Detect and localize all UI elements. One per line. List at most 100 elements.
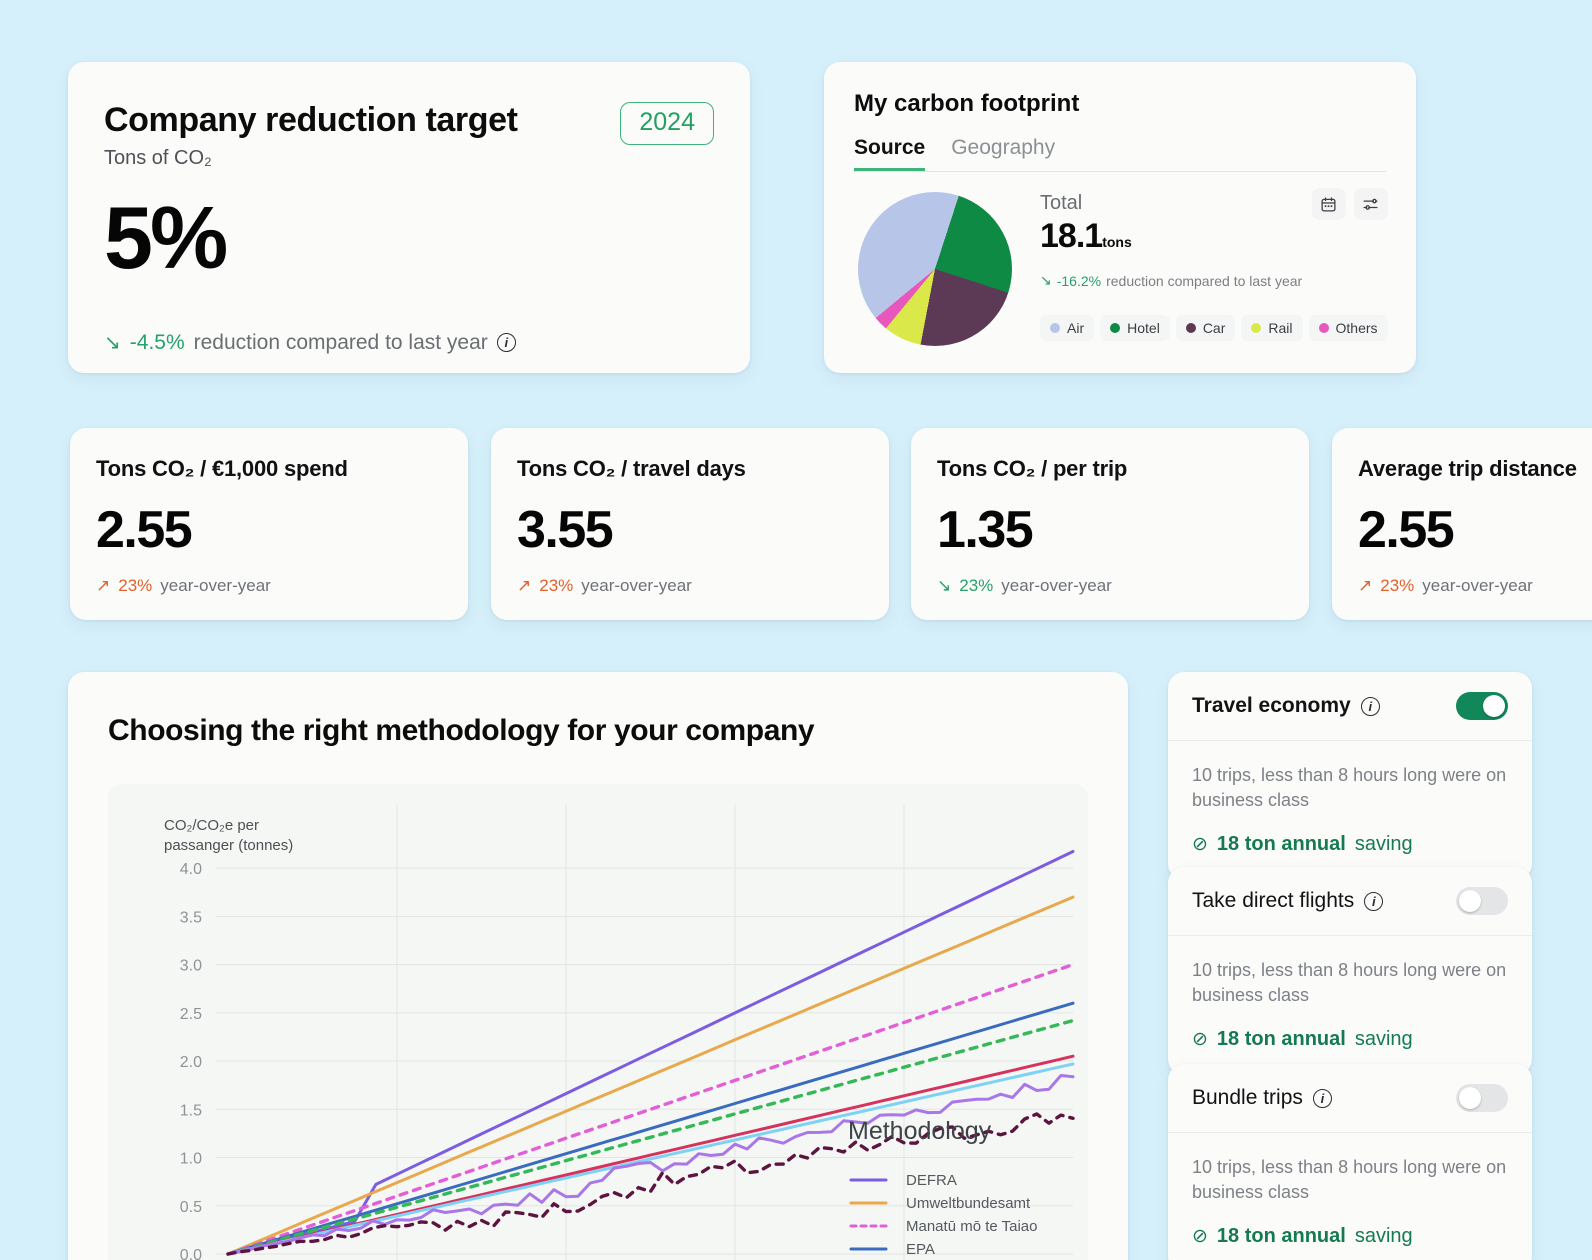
methodology-chart[interactable]: CO₂/CO₂e per passanger (tonnes) 0.0 0.5 1.… [108,784,1088,1260]
kpi-delta-pct: 23% [959,576,994,595]
tab-source[interactable]: Source [854,136,925,171]
page-title: Company reduction target [104,101,518,139]
suggestion-body: 10 trips, less than 8 hours long were on… [1168,741,1532,880]
pie-legend-item-car[interactable]: Car [1175,315,1236,341]
calendar-icon [1321,196,1336,212]
kpi-delta-period: year-over-year [581,576,692,595]
arrow-down-icon: ↘ [937,576,952,595]
legend-label[interactable]: Umweltbundesamt [906,1195,1031,1212]
kpi-title: Tons CO₂ / per trip [937,456,1128,481]
kpi-card-2: Tons CO₂ / travel days 3.55 ↗ 23% year-over-… [491,428,889,620]
pie-legend-item-air[interactable]: Air [1040,315,1095,341]
suggestion-saving: ⊘ 18 ton annual saving [1192,833,1508,856]
saving-amount: 18 ton annual [1216,832,1346,855]
methodology-title: Choosing the right methodology for your … [108,714,815,747]
suggestion-card-2: Take direct flights i 10 trips, less than … [1168,867,1532,1075]
kpi-value: 3.55 [517,501,614,559]
kpi-delta: ↘ 23% year-over-year [937,576,1283,596]
pie-legend-item-rail[interactable]: Rail [1241,315,1303,341]
dashboard-page: Company reduction target Tons of CO₂ 202… [0,0,1592,1260]
kpi-value: 1.35 [937,501,1034,559]
arrow-up-icon: ↗ [517,576,532,595]
y-axis-tick: 0.5 [180,1199,202,1216]
kpi-title: Tons CO₂ / €1,000 spend [96,456,348,481]
info-icon[interactable]: i [1360,696,1380,716]
arrow-down-right-icon: ↘ [1040,272,1052,288]
suggestion-card-1: Travel economy i 10 trips, less than 8 hou… [1168,672,1532,880]
kpi-card-3: Tons CO₂ / per trip 1.35 ↘ 23% year-over-yea… [911,428,1309,620]
suggestion-description: 10 trips, less than 8 hours long were on… [1192,960,1507,1005]
legend-dot-icon [1050,323,1060,333]
series-line-defra [226,850,1075,1256]
y-axis-tick: 1.0 [180,1151,202,1168]
calendar-button[interactable] [1311,188,1346,220]
tab-geography[interactable]: Geography [951,136,1055,171]
y-axis-tick: 4.0 [180,861,202,878]
footprint-tabs: Source Geography [854,136,1386,172]
suggestion-toggle[interactable] [1456,887,1508,915]
y-axis-tick: 3.0 [180,958,202,975]
methodology-chart-card: Choosing the right methodology for your … [68,672,1128,1260]
pie-legend-label: Car [1202,320,1226,336]
reduction-delta-value: -4.5% [129,330,185,354]
kpi-title: Tons CO₂ / travel days [517,456,746,481]
legend-dot-icon [1185,323,1196,333]
pie-legend-label: Others [1335,320,1378,336]
suggestion-header: Travel economy i [1168,672,1532,741]
kpi-value: 2.55 [96,501,193,559]
axis-caption-line2: passanger (tonnes) [164,837,294,855]
footprint-delta: ↘ -16.2% reduction compared to last year [1040,272,1388,289]
chart-axis-caption: CO₂/CO₂e per passanger (tonnes) [164,816,293,857]
suggestion-card-3: Bundle trips i 10 trips, less than 8 hours… [1168,1064,1532,1260]
kpi-delta-pct: 23% [118,576,153,595]
saving-word: saving [1354,1027,1413,1050]
kpi-delta: ↗ 23% year-over-year [517,576,863,596]
legend-label[interactable]: DEFRA [906,1172,957,1189]
suggestion-title: Travel economy [1192,694,1351,717]
arrow-down-right-icon: ↘ [104,332,121,355]
legend-dot-icon [1318,323,1329,333]
kpi-delta-pct: 23% [539,576,574,595]
reduction-delta-text: reduction compared to last year [193,330,488,354]
suggestion-body: 10 trips, less than 8 hours long were on… [1168,1133,1532,1260]
leaf-icon: ⊘ [1192,1028,1208,1050]
info-icon[interactable]: i [1364,891,1384,911]
toggle-knob [1459,1087,1481,1109]
kpi-card-1: Tons CO₂ / €1,000 spend 2.55 ↗ 23% year-over… [70,428,468,620]
suggestion-header: Take direct flights i [1168,867,1532,936]
kpi-delta-period: year-over-year [160,576,271,595]
legend-label[interactable]: Manatū mō te Taiao [906,1218,1037,1235]
toggle-knob [1459,890,1481,912]
suggestion-body: 10 trips, less than 8 hours long were on… [1168,936,1532,1075]
leaf-icon: ⊘ [1192,1225,1208,1247]
footprint-total-value: 18.1tons [1040,217,1388,256]
year-badge[interactable]: 2024 [620,102,714,145]
y-axis-tick: 1.5 [180,1102,202,1119]
legend-label[interactable]: EPA [906,1241,935,1258]
info-icon[interactable]: i [496,333,516,353]
suggestion-toggle[interactable] [1456,1084,1508,1112]
company-reduction-target-card: Company reduction target Tons of CO₂ 202… [68,62,750,373]
footprint-body: Total 18.1tons ↘ -16.2% reduction compar… [854,188,1388,346]
footprint-action-buttons [1311,188,1388,220]
suggestion-saving: ⊘ 18 ton annual saving [1192,1028,1508,1051]
suggestion-title-row: Take direct flights i [1192,889,1384,913]
legend-dot-icon [1110,323,1121,333]
suggestion-header: Bundle trips i [1168,1064,1532,1133]
pie-legend-label: Air [1067,320,1085,336]
carbon-footprint-card: My carbon footprint Source Geography Tot… [824,62,1416,373]
info-icon[interactable]: i [1312,1088,1332,1108]
suggestion-toggle[interactable] [1456,692,1508,720]
footprint-title: My carbon footprint [854,90,1080,117]
footprint-delta-value: -16.2% [1056,272,1102,289]
reduction-title-block: Company reduction target Tons of CO₂ [104,101,518,170]
saving-amount: 18 ton annual [1216,1224,1346,1247]
pie-legend-item-hotel[interactable]: Hotel [1100,315,1170,341]
kpi-value: 2.55 [1358,501,1455,559]
leaf-icon: ⊘ [1192,833,1208,855]
pie-legend-item-others[interactable]: Others [1308,315,1388,341]
suggestion-title: Take direct flights [1192,889,1355,912]
filter-button[interactable] [1353,188,1388,220]
filter-sliders-icon [1363,198,1378,210]
carbon-footprint-pie-chart[interactable] [858,192,1012,346]
